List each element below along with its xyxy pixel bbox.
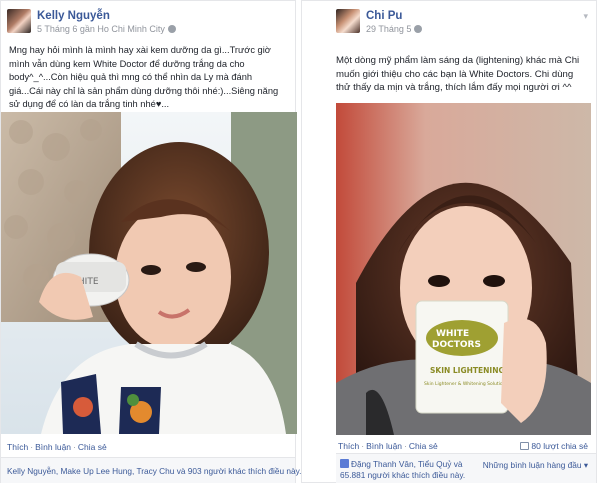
post-photo[interactable]: WHITE DOCTORS SKIN LIGHTENING Skin Light… [336, 103, 591, 435]
share-link[interactable]: Chia sẻ [78, 442, 107, 452]
like-link[interactable]: Thích [338, 441, 359, 451]
author-name[interactable]: Kelly Nguyễn [37, 10, 110, 22]
product-label: SKIN LIGHTENING [430, 366, 505, 375]
likes-bar: Đặng Thanh Vân, Tiểu Quỷ và 65.881 người… [336, 453, 596, 483]
post-timestamp[interactable]: 29 Tháng 5 [366, 24, 411, 34]
likes-bar: Kelly Nguyễn, Make Up Lee Hung, Tracy Ch… [1, 457, 301, 483]
post-kelly: Kelly Nguyễn 5 Tháng 6 gần Ho Chi Minh C… [0, 0, 301, 483]
post-meta[interactable]: 29 Tháng 5 [366, 24, 423, 34]
author-name[interactable]: Chi Pu [366, 10, 402, 22]
like-link[interactable]: Thích [7, 442, 28, 452]
likes-summary[interactable]: Kelly Nguyễn, Make Up Lee Hung, Tracy Ch… [7, 466, 301, 476]
comment-link[interactable]: Bình luận [35, 442, 71, 452]
likes-summary[interactable]: Đặng Thanh Vân, Tiểu Quỷ và 65.881 người… [340, 459, 490, 481]
chevron-down-icon[interactable]: ▾ [583, 11, 588, 22]
post-meta[interactable]: 5 Tháng 6 gần Ho Chi Minh City [37, 24, 176, 34]
action-separator: · [404, 441, 407, 451]
action-separator: · [73, 442, 76, 452]
comment-link[interactable]: Bình luận [366, 441, 402, 451]
selfie-image: WHITE [1, 112, 297, 434]
author-avatar[interactable] [336, 9, 360, 33]
product-sub: Skin Lightener & Whitening Solution [424, 381, 506, 387]
post-timestamp[interactable]: 5 Tháng 6 gần Ho Chi Minh City [37, 24, 165, 34]
globe-icon [414, 25, 423, 33]
post-header: Kelly Nguyễn 5 Tháng 6 gần Ho Chi Minh C… [7, 9, 289, 39]
product-brand-line1: WHITE [436, 329, 469, 339]
post-actions: Thích · Bình luận · Chia sẻ [7, 442, 107, 452]
share-count[interactable]: 80 lượt chia sẻ [520, 441, 588, 451]
post-text: Một dòng mỹ phẩm làm sáng da (lightening… [336, 55, 580, 93]
share-link[interactable]: Chia sẻ [409, 441, 438, 451]
author-avatar[interactable] [7, 9, 31, 33]
post-photo[interactable]: WHITE [1, 112, 297, 434]
product-brand-line2: DOCTORS [432, 340, 481, 350]
post-header: Chi Pu 29 Tháng 5 ▾ [308, 9, 590, 39]
share-icon [520, 442, 530, 450]
share-count-text: 80 lượt chia sẻ [531, 441, 588, 451]
post-actions: Thích · Bình luận · Chia sẻ [338, 441, 438, 451]
like-icon [340, 459, 349, 468]
post-chipu: Chi Pu 29 Tháng 5 ▾ Một dòng mỹ phẩm làm… [301, 0, 597, 483]
post-text: Mng hay hỏi mình là mình hay xài kem dưỡ… [9, 45, 279, 109]
globe-icon [167, 25, 176, 33]
likes-summary-text: Đặng Thanh Vân, Tiểu Quỷ và 65.881 người… [340, 459, 466, 480]
comments-order-dropdown[interactable]: Những bình luận hàng đầu ▾ [483, 460, 588, 470]
selfie-image: WHITE DOCTORS SKIN LIGHTENING Skin Light… [336, 103, 591, 435]
